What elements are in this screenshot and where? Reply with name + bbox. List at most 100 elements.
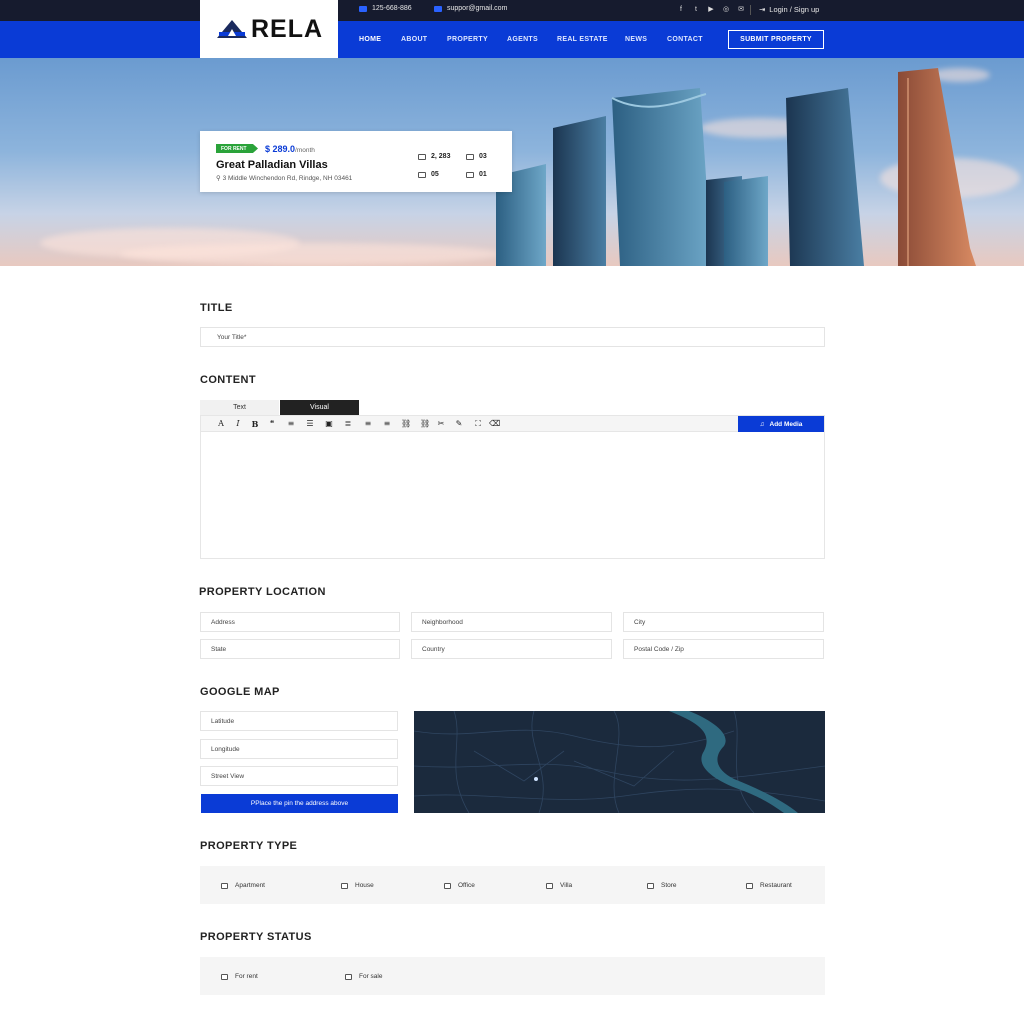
type-option-restaurant[interactable]: Restaurant	[746, 882, 792, 889]
neighborhood-input[interactable]	[422, 618, 611, 626]
checkbox-icon[interactable]	[345, 973, 352, 980]
facebook-icon[interactable]: f	[677, 6, 685, 13]
italic-icon[interactable]: I	[233, 419, 243, 428]
link-icon[interactable]: ⛓	[401, 419, 411, 428]
cut-icon[interactable]: ✂	[436, 419, 446, 428]
submit-property-button[interactable]: SUBMIT PROPERTY	[728, 30, 824, 49]
type-option-apartment[interactable]: Apartment	[221, 882, 265, 889]
numbered-list-icon[interactable]: ☰	[305, 419, 315, 428]
nav-real-estate[interactable]: REAL ESTATE	[557, 36, 608, 43]
city-input[interactable]	[634, 618, 823, 626]
address-field[interactable]	[200, 612, 400, 632]
type-label: Apartment	[235, 882, 265, 889]
title-heading: TITLE	[200, 302, 233, 314]
instagram-icon[interactable]: ◎	[722, 6, 730, 13]
bath-value: 03	[479, 153, 487, 160]
logo[interactable]: RELA	[200, 0, 338, 58]
phone-icon	[359, 5, 367, 12]
phone-contact[interactable]: 125-668-886	[359, 5, 412, 12]
align-left-icon[interactable]: ≣	[343, 419, 353, 428]
type-option-house[interactable]: House	[341, 882, 374, 889]
property-type-heading: PROPERTY TYPE	[200, 840, 298, 852]
nav-agents[interactable]: AGENTS	[507, 36, 538, 43]
area-icon	[418, 153, 426, 160]
status-option-for-sale[interactable]: For sale	[345, 973, 382, 980]
checkbox-icon[interactable]	[221, 973, 228, 980]
longitude-input[interactable]	[211, 745, 397, 753]
top-bar	[0, 0, 1024, 21]
checkbox-icon[interactable]	[746, 882, 753, 889]
twitter-icon[interactable]: t	[692, 6, 700, 13]
property-price: $ 289.0/month	[265, 144, 315, 154]
latitude-field[interactable]	[200, 711, 398, 731]
street-view-field[interactable]	[200, 766, 398, 786]
delete-icon[interactable]: ⌫	[489, 419, 500, 428]
location-pin-icon: ⚲	[216, 175, 223, 182]
featured-property-card[interactable]: FOR RENT Great Palladian Villas ⚲ 3 Midd…	[200, 131, 512, 192]
checkbox-icon[interactable]	[221, 882, 228, 889]
tab-visual[interactable]: Visual	[280, 400, 359, 415]
title-input[interactable]	[217, 333, 824, 341]
property-title[interactable]: Great Palladian Villas	[216, 159, 328, 171]
address-input[interactable]	[211, 618, 399, 626]
country-input[interactable]	[422, 645, 611, 653]
neighborhood-field[interactable]	[411, 612, 612, 632]
image-icon[interactable]: ▣	[324, 419, 334, 428]
checkbox-icon[interactable]	[444, 882, 451, 889]
property-address: ⚲ 3 Middle Winchendon Rd, Rindge, NH 034…	[216, 174, 352, 182]
bed-feature: 05	[418, 171, 439, 178]
country-field[interactable]	[411, 639, 612, 659]
email-contact[interactable]: suppor@gmail.com	[434, 5, 507, 12]
title-field[interactable]	[200, 327, 825, 347]
checkbox-icon[interactable]	[341, 882, 348, 889]
bold-icon[interactable]: B	[250, 419, 260, 429]
type-label: Store	[661, 882, 677, 889]
mail-icon[interactable]: ✉	[737, 6, 745, 13]
login-link[interactable]: ⇥ Login / Sign up	[759, 5, 819, 14]
type-option-office[interactable]: Office	[444, 882, 475, 889]
checkbox-icon[interactable]	[647, 882, 654, 889]
nav-home[interactable]: HOME	[359, 36, 381, 43]
align-right-icon[interactable]: ≡	[382, 419, 392, 428]
eraser-icon[interactable]: ✎	[454, 419, 464, 428]
postal-code-field[interactable]	[623, 639, 824, 659]
quote-icon[interactable]: ❝	[267, 419, 277, 428]
street-view-input[interactable]	[211, 772, 397, 780]
status-label: For rent	[235, 973, 258, 980]
latitude-input[interactable]	[211, 717, 397, 725]
area-value: 2, 283	[431, 153, 451, 160]
font-icon[interactable]: A	[216, 419, 226, 428]
state-field[interactable]	[200, 639, 400, 659]
unlink-icon[interactable]: ⛓	[420, 419, 430, 428]
phone-number: 125-668-886	[372, 5, 412, 12]
hero-banner: FOR RENT Great Palladian Villas ⚲ 3 Midd…	[0, 58, 1024, 266]
for-rent-badge: FOR RENT	[216, 144, 258, 153]
property-status-heading: PROPERTY STATUS	[200, 931, 312, 943]
checkbox-icon[interactable]	[546, 882, 553, 889]
type-option-store[interactable]: Store	[647, 882, 677, 889]
nav-property[interactable]: PROPERTY	[447, 36, 488, 43]
tab-text[interactable]: Text	[200, 400, 279, 415]
youtube-icon[interactable]: ▶	[707, 6, 715, 13]
align-center-icon[interactable]: ≡	[363, 419, 373, 428]
car-icon	[466, 171, 474, 178]
add-media-button[interactable]: ♫ Add Media	[738, 416, 824, 432]
map-roads-illustration	[414, 711, 825, 813]
map-view[interactable]	[414, 711, 825, 813]
postal-code-input[interactable]	[634, 645, 823, 653]
status-option-for-rent[interactable]: For rent	[221, 973, 258, 980]
state-input[interactable]	[211, 645, 399, 653]
place-pin-button[interactable]: PPlace the pin the address above	[201, 794, 398, 813]
envelope-icon	[434, 5, 442, 12]
nav-about[interactable]: ABOUT	[401, 36, 427, 43]
nav-contact[interactable]: CONTACT	[667, 36, 703, 43]
city-field[interactable]	[623, 612, 824, 632]
content-editor[interactable]	[200, 432, 825, 559]
fullscreen-icon[interactable]: ⛶	[473, 419, 483, 429]
type-option-villa[interactable]: Villa	[546, 882, 572, 889]
nav-news[interactable]: NEWS	[625, 36, 647, 43]
bullet-list-icon[interactable]: ≡	[286, 419, 296, 428]
bathtub-icon	[466, 153, 474, 160]
price-unit: /month	[295, 147, 315, 154]
longitude-field[interactable]	[200, 739, 398, 759]
